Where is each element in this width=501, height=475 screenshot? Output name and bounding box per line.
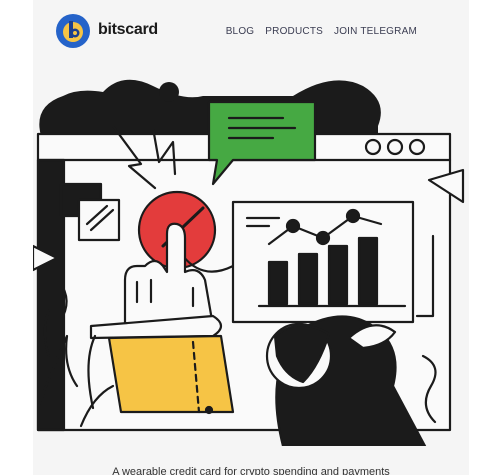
brand-name[interactable]: bitscard [98, 21, 158, 39]
top-nav: BLOG PRODUCTS JOIN TELEGRAM [226, 26, 417, 37]
page: bitscard BLOG PRODUCTS JOIN TELEGRAM A w… [33, 0, 469, 475]
hero-illustration [33, 79, 465, 446]
nav-blog[interactable]: BLOG [226, 26, 255, 37]
site-header: bitscard BLOG PRODUCTS JOIN TELEGRAM [33, 0, 469, 62]
bar-chart-icon [231, 200, 415, 324]
nav-products[interactable]: PRODUCTS [265, 26, 323, 37]
nav-join-telegram[interactable]: JOIN TELEGRAM [334, 26, 417, 37]
window-dots-icon [364, 138, 426, 156]
logo-icon[interactable] [55, 13, 91, 49]
hero-caption: A wearable credit card for crypto spendi… [112, 466, 390, 475]
